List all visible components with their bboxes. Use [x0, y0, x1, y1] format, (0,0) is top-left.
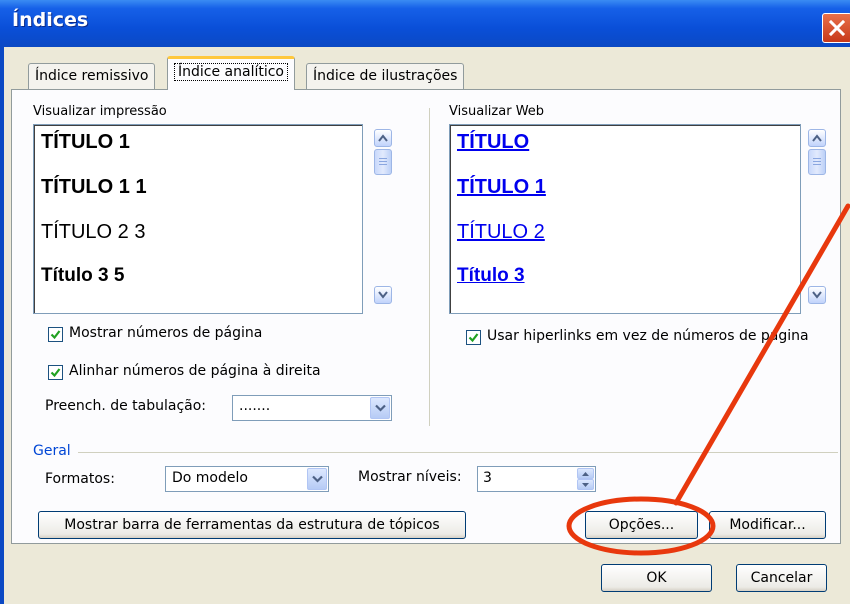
web-preview-box: TÍTULO TÍTULO 1 TÍTULO 2 Título 3: [449, 124, 801, 314]
checkmark-icon: [468, 333, 479, 343]
arrow-down-icon: [812, 291, 822, 299]
use-hyperlinks-label[interactable]: Usar hiperlinks em vez de números de pág…: [487, 328, 809, 344]
arrow-down-icon: [378, 291, 388, 299]
align-right-label[interactable]: Alinhar números de página à direita: [69, 363, 321, 379]
web-preview-label-text: Visualizar Web: [449, 104, 545, 119]
general-group-label: Geral: [33, 443, 71, 459]
close-button[interactable]: [822, 13, 850, 43]
group-separator: [78, 452, 838, 453]
close-icon: [829, 20, 845, 36]
window-frame: [0, 47, 4, 604]
arrow-down-icon: [582, 483, 589, 487]
scroll-thumb[interactable]: [808, 149, 826, 175]
align-right-checkbox[interactable]: [48, 365, 63, 380]
dropdown-button[interactable]: [307, 468, 327, 490]
spin-up-button[interactable]: [577, 468, 594, 479]
tab-indice-de-ilustracoes[interactable]: Índice de ilustrações: [306, 63, 465, 89]
title-bar: [0, 0, 850, 47]
arrow-up-icon: [582, 472, 589, 476]
tab-indice-remissivo[interactable]: Índice remissivo: [28, 63, 156, 89]
arrow-up-icon: [378, 134, 388, 142]
spin-down-button[interactable]: [577, 479, 594, 490]
checkmark-icon: [50, 330, 61, 340]
web-preview-link[interactable]: TÍTULO: [457, 131, 529, 154]
tab-label: Índice analítico: [174, 63, 288, 81]
chevron-down-icon: [312, 475, 323, 483]
show-page-numbers-label[interactable]: Mostrar números de página: [69, 325, 262, 341]
print-preview-item: TÍTULO 1: [41, 131, 130, 153]
tab-leader-label: Preench. de tabulação:: [45, 398, 207, 414]
show-page-numbers-checkbox[interactable]: [48, 327, 63, 342]
levels-label: Mostrar níveis:: [358, 469, 462, 485]
checkmark-icon: [50, 368, 61, 378]
web-preview-link[interactable]: TÍTULO 2: [457, 221, 545, 244]
tab-label: Índice remissivo: [35, 68, 149, 84]
formats-select[interactable]: Do modelo: [165, 466, 329, 492]
print-preview-box: TÍTULO 1 TÍTULO 1 1 TÍTULO 2 3 Título 3 …: [33, 124, 363, 314]
vertical-divider: [429, 108, 430, 426]
formats-value: Do modelo: [172, 470, 248, 486]
scroll-down-button[interactable]: [808, 286, 826, 304]
formats-label: Formatos:: [45, 471, 115, 487]
chevron-down-icon: [375, 404, 386, 412]
levels-value: 3: [483, 470, 492, 486]
levels-spinner[interactable]: 3: [477, 466, 596, 492]
options-button[interactable]: Opções...: [585, 511, 698, 539]
print-preview-item: Título 3 5: [41, 265, 125, 286]
print-preview-item: TÍTULO 2 3: [41, 221, 146, 243]
web-preview-link[interactable]: TÍTULO 1: [457, 176, 546, 199]
scroll-down-button[interactable]: [374, 286, 392, 304]
scroll-thumb[interactable]: [374, 149, 392, 175]
use-hyperlinks-checkbox[interactable]: [466, 330, 481, 345]
modify-button[interactable]: Modificar...: [709, 511, 826, 539]
tab-leader-value: .......: [239, 398, 271, 414]
print-preview-label: Visualizar impressão: [33, 104, 167, 119]
tab-label: Índice de ilustrações: [313, 68, 458, 84]
arrow-up-icon: [812, 134, 822, 142]
show-outline-toolbar-button[interactable]: Mostrar barra de ferramentas da estrutur…: [38, 511, 466, 539]
tab-indice-analitico[interactable]: Índice analítico: [167, 56, 295, 90]
cancel-button[interactable]: Cancelar: [736, 564, 827, 592]
web-preview-link[interactable]: Título 3: [457, 265, 525, 287]
dropdown-button[interactable]: [370, 397, 390, 419]
tab-leader-select[interactable]: .......: [232, 395, 392, 421]
scroll-up-button[interactable]: [374, 129, 392, 147]
print-preview-item: TÍTULO 1 1: [41, 176, 147, 198]
scroll-up-button[interactable]: [808, 129, 826, 147]
window-title: Índices: [12, 9, 89, 31]
web-preview-label: Visualizar Web: [449, 104, 544, 119]
ok-button[interactable]: OK: [601, 564, 712, 592]
